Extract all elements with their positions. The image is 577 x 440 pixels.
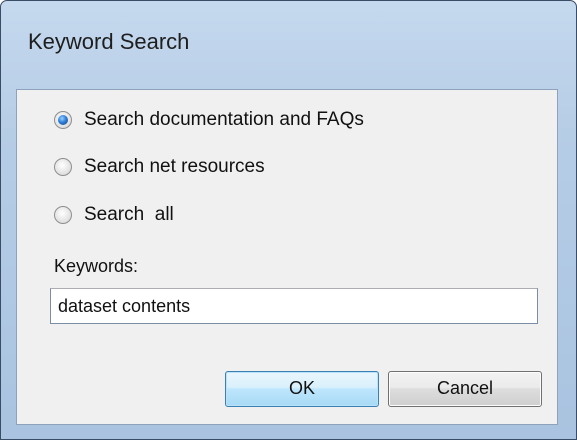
keyword-search-dialog: Keyword Search Search documentation and … xyxy=(0,0,577,440)
radio-label: Search documentation and FAQs xyxy=(84,109,364,130)
ok-button[interactable]: OK xyxy=(225,371,379,407)
cancel-button[interactable]: Cancel xyxy=(388,371,542,407)
dialog-body: Search documentation and FAQs Search net… xyxy=(16,89,558,425)
radio-button-icon[interactable] xyxy=(54,206,72,224)
radio-button-checked-icon[interactable] xyxy=(54,111,72,129)
window-title: Keyword Search xyxy=(28,29,190,54)
title-bar[interactable]: Keyword Search xyxy=(1,1,576,89)
keywords-input[interactable] xyxy=(50,288,538,324)
radio-search-net-resources[interactable]: Search net resources xyxy=(54,153,265,181)
radio-label: Search net resources xyxy=(84,156,265,177)
radio-search-all[interactable]: Search all xyxy=(54,201,174,229)
radio-search-docs-faqs[interactable]: Search documentation and FAQs xyxy=(54,106,364,134)
radio-label: Search all xyxy=(84,204,174,225)
radio-button-icon[interactable] xyxy=(54,158,72,176)
keywords-label: Keywords: xyxy=(54,256,139,276)
